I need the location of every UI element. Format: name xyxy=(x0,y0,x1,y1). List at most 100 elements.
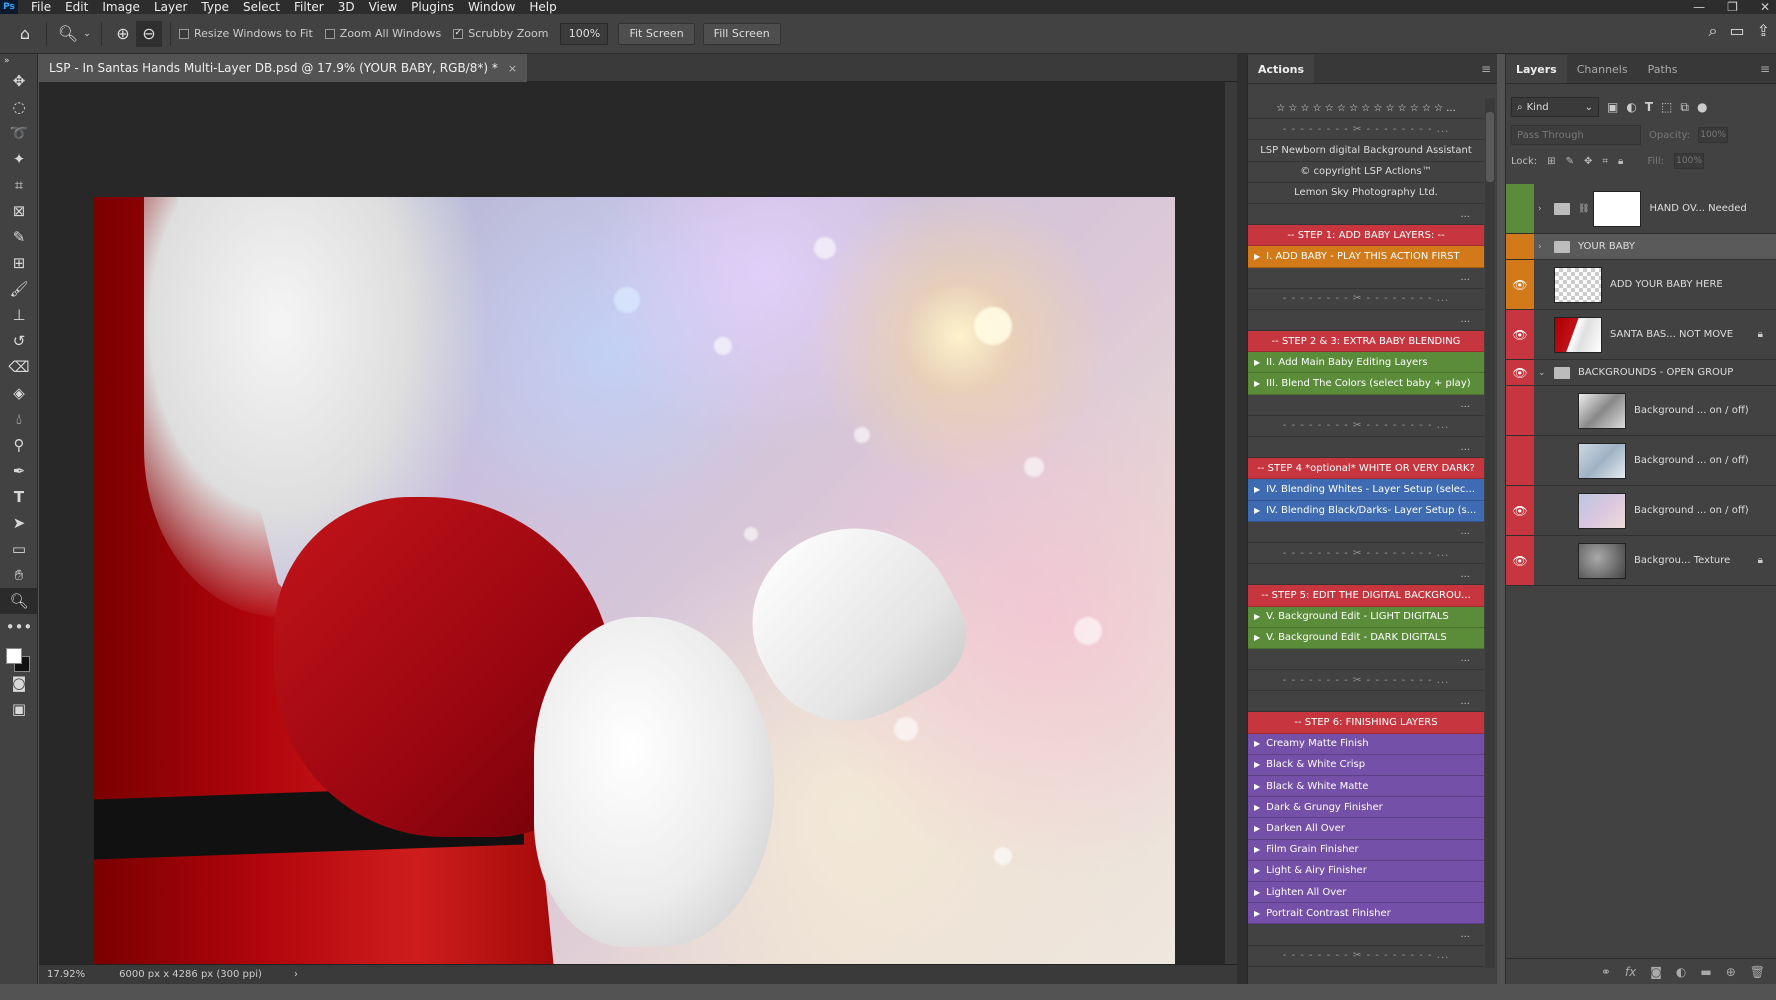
zoom-level[interactable]: 17.92% xyxy=(47,969,85,980)
layer-row[interactable]: 👁︎ Backgrou... Texture 🔒︎ xyxy=(1506,536,1776,586)
restore-button[interactable]: ❐ xyxy=(1727,0,1738,14)
expand-triangle-icon[interactable]: ▶ xyxy=(1254,633,1260,642)
search-icon[interactable]: ⌕ xyxy=(1709,21,1718,41)
collapse-toolbar-icon[interactable]: » xyxy=(0,54,38,68)
action-item[interactable]: ▶ Light & Airy Finisher xyxy=(1248,860,1484,882)
panel-collapse-strip[interactable] xyxy=(1237,54,1247,984)
screen-mode-icon[interactable]: ▣ xyxy=(0,696,38,722)
magic-wand-tool-icon[interactable]: ✦ xyxy=(0,146,38,172)
blend-mode-select[interactable]: Pass Through xyxy=(1511,125,1641,145)
action-label[interactable]: ... xyxy=(1248,309,1484,332)
path-selection-tool-icon[interactable]: ➤ xyxy=(0,510,38,536)
actions-scrollbar[interactable] xyxy=(1485,98,1495,968)
menu-view[interactable]: View xyxy=(362,0,404,14)
action-label[interactable]: ... xyxy=(1248,521,1484,543)
expand-triangle-icon[interactable]: ▶ xyxy=(1254,612,1260,621)
expand-triangle-icon[interactable]: ▶ xyxy=(1254,824,1260,833)
rectangle-tool-icon[interactable]: ▭ xyxy=(0,536,38,562)
menu-image[interactable]: Image xyxy=(95,0,147,14)
layer-row[interactable]: Background ... on / off) xyxy=(1506,386,1776,436)
status-menu-arrow[interactable]: › xyxy=(294,969,298,980)
add-mask-icon[interactable]: ◙ xyxy=(1650,965,1662,979)
layer-row[interactable]: Background ... on / off) xyxy=(1506,436,1776,486)
visibility-eye-icon[interactable] xyxy=(1506,436,1534,485)
layer-row[interactable]: 👁︎ ADD YOUR BABY HERE xyxy=(1506,260,1776,310)
layer-name[interactable]: ADD YOUR BABY HERE xyxy=(1610,279,1723,290)
layer-name[interactable]: BACKGROUNDS - OPEN GROUP xyxy=(1578,367,1733,378)
brush-tool-icon[interactable]: 🖌︎ xyxy=(0,276,38,302)
filter-toggle-icon[interactable]: ● xyxy=(1697,100,1707,114)
action-label[interactable]: ... xyxy=(1248,648,1484,671)
lock-artboard-icon[interactable]: ⌗ xyxy=(1602,156,1608,167)
action-label[interactable]: -- STEP 6: FINISHING LAYERS xyxy=(1248,712,1484,734)
close-window-button[interactable]: ✕ xyxy=(1760,0,1770,14)
type-tool-icon[interactable]: T xyxy=(0,484,38,510)
layer-thumbnail[interactable] xyxy=(1554,266,1602,303)
tab-layers[interactable]: Layers xyxy=(1506,55,1567,83)
action-item[interactable]: ▶ V. Background Edit - LIGHT DIGITALS xyxy=(1248,606,1484,628)
action-label[interactable]: ... xyxy=(1248,267,1484,289)
action-label[interactable]: ☆ ☆ ☆ ☆ ☆ ☆ ☆ ☆ ☆ ☆ ☆ ☆ ☆ ☆ ... xyxy=(1248,98,1484,120)
menu-filter[interactable]: Filter xyxy=(287,0,331,14)
lock-position-icon[interactable]: ✥ xyxy=(1584,156,1592,167)
minimize-button[interactable]: — xyxy=(1693,0,1705,14)
visibility-eye-icon[interactable]: 👁︎ xyxy=(1506,360,1534,385)
zoom-out-icon[interactable]: ⊖ xyxy=(136,20,162,47)
visibility-eye-icon[interactable]: 👁︎ xyxy=(1506,486,1534,535)
new-layer-icon[interactable]: ⊕ xyxy=(1726,965,1736,979)
fill-field[interactable]: 100% xyxy=(1674,153,1705,169)
eraser-tool-icon[interactable]: ⌫ xyxy=(0,354,38,380)
opacity-field[interactable]: 100% xyxy=(1698,127,1729,143)
layer-name[interactable]: YOUR BABY xyxy=(1578,241,1635,252)
action-item[interactable]: ▶ Lighten All Over xyxy=(1248,881,1484,904)
menu-file[interactable]: File xyxy=(24,0,58,14)
expand-triangle-icon[interactable]: ▶ xyxy=(1254,909,1260,918)
expand-triangle-icon[interactable]: ▶ xyxy=(1254,252,1260,261)
group-expander-icon[interactable]: ⌄ xyxy=(1538,368,1550,378)
tab-actions[interactable]: Actions xyxy=(1248,55,1314,83)
action-item[interactable]: ▶ Darken All Over xyxy=(1248,818,1484,840)
marquee-tool-icon[interactable]: ◌ xyxy=(0,94,38,120)
group-expander-icon[interactable]: › xyxy=(1538,204,1550,214)
new-adjustment-icon[interactable]: ◐ xyxy=(1676,965,1686,979)
layer-thumbnail[interactable] xyxy=(1554,316,1602,353)
zoom-all-windows-checkbox[interactable]: Zoom All Windows xyxy=(324,27,441,40)
group-expander-icon[interactable]: › xyxy=(1538,242,1550,252)
link-layers-icon[interactable]: ⚭ xyxy=(1601,965,1611,979)
kind-filter-select[interactable]: ⌕ Kind ⌄ xyxy=(1511,97,1599,117)
action-item[interactable]: ▶ V. Background Edit - DARK DIGITALS xyxy=(1248,627,1484,649)
mask-link-icon[interactable]: ⛓ xyxy=(1578,204,1589,214)
layers-panel-menu-icon[interactable]: ≡ xyxy=(1760,62,1770,76)
fill-screen-button[interactable]: Fill Screen xyxy=(702,22,781,45)
expand-triangle-icon[interactable]: ▶ xyxy=(1254,506,1260,515)
visibility-eye-icon[interactable]: 👁︎ xyxy=(1506,536,1534,585)
quick-mask-icon[interactable]: ◙ xyxy=(0,670,38,696)
color-swatches[interactable] xyxy=(0,640,38,672)
action-item[interactable]: ▶ IV. Blending Whites - Layer Setup (sele… xyxy=(1248,479,1484,501)
action-label[interactable]: -- STEP 5: EDIT THE DIGITAL BACKGROU... xyxy=(1248,585,1484,607)
action-separator[interactable]: - - - - - - - - ✂ - - - - - - - - ... xyxy=(1248,288,1484,310)
expand-triangle-icon[interactable]: ▶ xyxy=(1254,888,1260,897)
expand-triangle-icon[interactable]: ▶ xyxy=(1254,866,1260,875)
action-separator[interactable]: - - - - - - - - ✂ - - - - - - - - ... xyxy=(1248,415,1484,437)
clone-stamp-tool-icon[interactable]: ⊥ xyxy=(0,302,38,328)
action-separator[interactable]: - - - - - - - - ✂ - - - - - - - - ... xyxy=(1248,542,1484,565)
visibility-eye-icon[interactable] xyxy=(1506,234,1534,259)
frame-tool-icon[interactable]: ⊠ xyxy=(0,198,38,224)
expand-triangle-icon[interactable]: ▶ xyxy=(1254,760,1260,769)
canvas[interactable] xyxy=(39,82,1237,969)
menu-select[interactable]: Select xyxy=(236,0,287,14)
action-item[interactable]: ▶ Portrait Contrast Finisher xyxy=(1248,903,1484,925)
zoom-in-icon[interactable]: ⊕ xyxy=(110,21,136,47)
healing-brush-tool-icon[interactable]: ⊞ xyxy=(0,250,38,276)
action-item[interactable]: ▶ III. Blend The Colors (select baby + pl… xyxy=(1248,373,1484,395)
visibility-eye-icon[interactable]: 👁︎ xyxy=(1506,260,1534,309)
action-separator[interactable]: - - - - - - - - ✂ - - - - - - - - ... xyxy=(1248,945,1484,967)
action-label[interactable]: -- STEP 4 *optional* WHITE OR VERY DARK? xyxy=(1248,458,1484,480)
action-item[interactable]: ▶ Creamy Matte Finish xyxy=(1248,733,1484,755)
tab-channels[interactable]: Channels xyxy=(1567,55,1638,83)
menu-help[interactable]: Help xyxy=(522,0,563,14)
action-item[interactable]: ▶ I. ADD BABY - PLAY THIS ACTION FIRST xyxy=(1248,246,1484,268)
layer-name[interactable]: SANTA BAS... NOT MOVE xyxy=(1610,329,1733,340)
visibility-eye-icon[interactable]: 👁︎ xyxy=(1506,310,1534,359)
